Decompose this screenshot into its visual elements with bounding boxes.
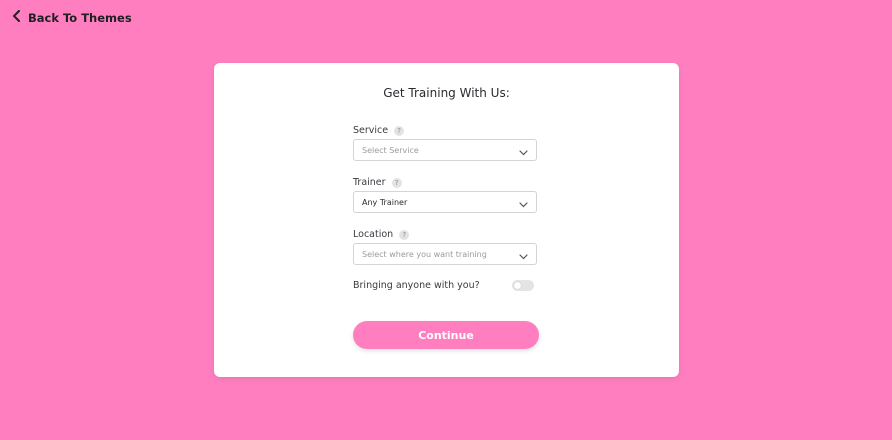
companion-label: Bringing anyone with you? <box>353 280 480 291</box>
chevron-down-icon <box>519 141 528 160</box>
service-placeholder: Select Service <box>362 145 419 155</box>
toggle-knob <box>514 282 521 289</box>
service-label: Service <box>353 125 389 136</box>
location-select[interactable]: Select where you want training <box>353 243 537 265</box>
location-label: Location <box>353 229 394 240</box>
back-to-themes-link[interactable]: Back To Themes <box>12 10 132 25</box>
continue-button[interactable]: Continue <box>353 321 539 349</box>
service-field-label: Service ? <box>353 125 405 136</box>
companion-toggle[interactable] <box>512 280 534 291</box>
location-help-icon[interactable]: ? <box>399 229 410 240</box>
trainer-select[interactable]: Any Trainer <box>353 191 537 213</box>
service-help-icon[interactable]: ? <box>394 125 405 136</box>
training-form-card: Get Training With Us: Service ? Select S… <box>214 63 679 377</box>
trainer-label: Trainer <box>353 177 386 188</box>
chevron-left-icon <box>12 10 22 25</box>
location-field-label: Location ? <box>353 229 410 240</box>
trainer-help-icon[interactable]: ? <box>391 177 402 188</box>
location-placeholder: Select where you want training <box>362 249 487 259</box>
chevron-down-icon <box>519 193 528 212</box>
form-title: Get Training With Us: <box>383 86 510 100</box>
trainer-field-label: Trainer ? <box>353 177 402 188</box>
chevron-down-icon <box>519 245 528 264</box>
companion-row: Bringing anyone with you? <box>353 280 534 291</box>
service-select[interactable]: Select Service <box>353 139 537 161</box>
trainer-value: Any Trainer <box>362 197 408 207</box>
back-to-themes-label: Back To Themes <box>28 10 132 25</box>
